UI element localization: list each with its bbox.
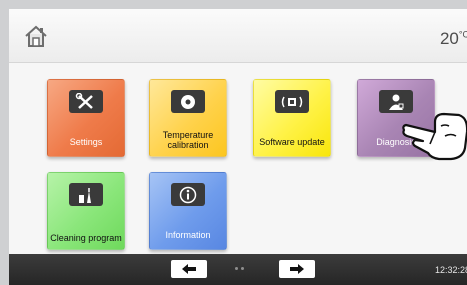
temperature-unit: °C [458, 29, 467, 40]
calibration-disc-icon [171, 90, 205, 113]
home-button[interactable] [23, 24, 49, 48]
settings-label: Settings [69, 137, 103, 147]
information-label: Information [165, 230, 211, 240]
cleaning-program-label: Cleaning program [50, 233, 122, 243]
temperature-calibration-tile[interactable]: Temperature calibration [149, 79, 227, 157]
menu-area: Settings Temperature calibration Softwar… [9, 63, 467, 254]
cleaning-icon [69, 183, 103, 206]
settings-tile[interactable]: Settings [47, 79, 125, 157]
page-indicator [235, 267, 244, 270]
temperature-value: 20 [439, 29, 459, 48]
temperature-calibration-label: Temperature calibration [162, 130, 214, 150]
footer-bar: 12:32:28 [9, 254, 467, 285]
pointing-hand-icon [402, 112, 467, 161]
cleaning-program-tile[interactable]: Cleaning program [47, 172, 125, 250]
next-page-button[interactable] [279, 260, 315, 278]
arrow-right-icon [290, 264, 304, 274]
software-update-label: Software update [259, 137, 325, 147]
device-screen: 20°C Settings Temperature calibration So… [9, 9, 467, 285]
header-bar: 20°C [9, 9, 467, 63]
update-chip-icon [275, 90, 309, 113]
tools-icon [69, 90, 103, 113]
page-dot [241, 267, 244, 270]
arrow-left-icon [182, 264, 196, 274]
clock: 12:32:28 [434, 265, 467, 275]
home-icon [25, 25, 47, 47]
information-tile[interactable]: Information [149, 172, 227, 250]
software-update-tile[interactable]: Software update [253, 79, 331, 157]
info-icon [171, 183, 205, 206]
page-dot [235, 267, 238, 270]
previous-page-button[interactable] [171, 260, 207, 278]
temperature-readout: 20°C [440, 29, 467, 49]
